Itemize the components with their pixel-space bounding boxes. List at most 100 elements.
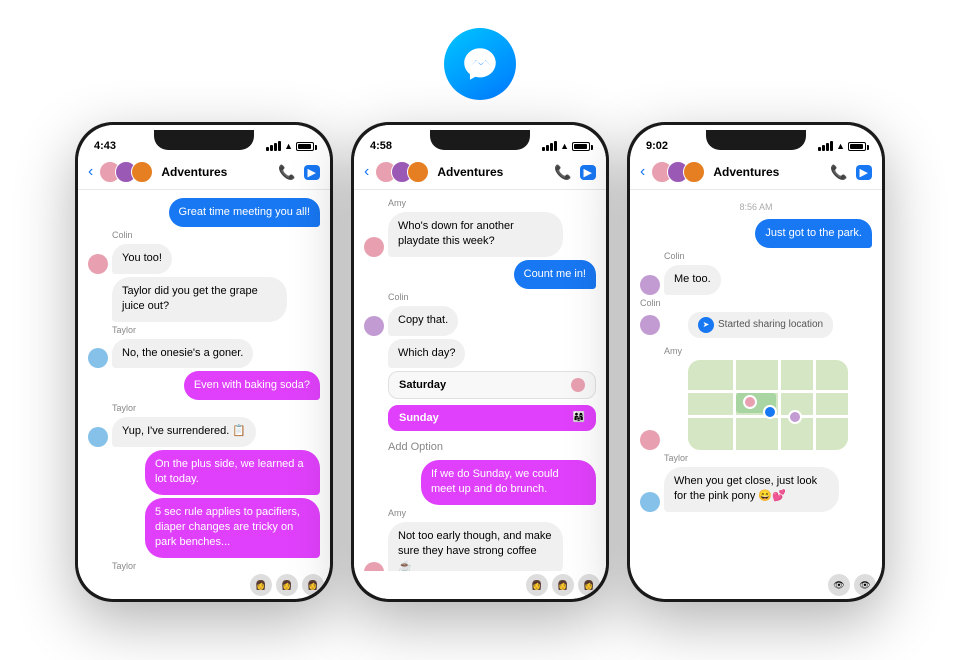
- poll-sunday-voters: 👨‍👩‍👧: [573, 412, 585, 423]
- avatar-msg-3b: [640, 275, 660, 295]
- signal-2: [542, 141, 557, 151]
- chat-area-1: Great time meeting you all! Colin You to…: [78, 190, 330, 571]
- avatar-msg-3d: [640, 430, 660, 450]
- nav-actions-2: 📞 ▶: [554, 164, 596, 181]
- map-grid: [688, 360, 848, 450]
- phone-icon-2[interactable]: 📞: [554, 164, 571, 181]
- bubble-1f: Yup, I've surrendered. 📋: [112, 417, 256, 446]
- msg-sent-1e: Even with baking soda?: [88, 371, 320, 400]
- poll-option-sunday[interactable]: Sunday 👨‍👩‍👧: [388, 405, 596, 431]
- msg-recv-2f: Not too early though, and make sure they…: [364, 522, 596, 571]
- map-card-3d: [688, 360, 848, 450]
- msg-recv-2d: Which day?: [364, 339, 596, 368]
- bubble-1e: Even with baking soda?: [184, 371, 320, 400]
- chat-title-3: Adventures: [713, 165, 824, 179]
- sender-label-2a: Amy: [388, 198, 596, 208]
- poll-option-saturday[interactable]: Saturday: [388, 371, 596, 399]
- reaction-2c: 👩: [578, 574, 600, 596]
- reaction-2b: 👩: [552, 574, 574, 596]
- poll-sunday-label: Sunday: [399, 412, 439, 424]
- wifi-1: ▲: [284, 141, 293, 151]
- bubble-1c: Taylor did you get the grape juice out?: [112, 277, 287, 322]
- bubble-3b: Me too.: [664, 265, 721, 294]
- battery-1: [296, 142, 314, 151]
- back-button-2[interactable]: ‹: [364, 163, 369, 181]
- chat-title-2: Adventures: [437, 165, 548, 179]
- bubble-3e: When you get close, just look for the pi…: [664, 467, 839, 512]
- notch-1: [154, 130, 254, 150]
- bubble-2b: Count me in!: [514, 260, 596, 289]
- map-pin-user2: [788, 410, 802, 424]
- avatar-msg-1b: [88, 254, 108, 274]
- poll-saturday-voters: [571, 378, 585, 392]
- phone-2: 4:58 ▲ ‹ Adventures: [351, 122, 609, 602]
- voter-1: [571, 378, 585, 392]
- avatar-msg-1f: [88, 427, 108, 447]
- time-3: 9:02: [646, 140, 668, 152]
- msg-recv-2a: Who's down for another playdate this wee…: [364, 212, 596, 257]
- reaction-3a: 👁: [828, 574, 850, 596]
- map-road-v3: [813, 360, 816, 450]
- nav-actions-1: 📞 ▶: [278, 164, 320, 181]
- add-option-button[interactable]: Add Option: [388, 437, 596, 457]
- msg-sent-3a: Just got to the park.: [640, 219, 872, 248]
- time-1: 4:43: [94, 140, 116, 152]
- avatar-msg-2c: [364, 316, 384, 336]
- video-icon-2[interactable]: ▶: [580, 165, 596, 180]
- sender-label-2f: Amy: [388, 508, 596, 518]
- status-icons-2: ▲: [542, 141, 590, 151]
- bubble-2a: Who's down for another playdate this wee…: [388, 212, 563, 257]
- location-row-3c: ➤ Started sharing location: [640, 312, 872, 338]
- sender-label-3d: Amy: [664, 346, 872, 356]
- phone-3: 9:02 ▲ ‹ Adventures: [627, 122, 885, 602]
- battery-3: [848, 142, 866, 151]
- sender-label-3c: Colin: [640, 298, 872, 308]
- wifi-2: ▲: [560, 141, 569, 151]
- avatar-msg-2a: [364, 237, 384, 257]
- sender-label-3e: Taylor: [664, 453, 872, 463]
- messenger-logo: [444, 28, 516, 100]
- chat-area-3: 8:56 AM Just got to the park. Colin Me t…: [630, 190, 882, 571]
- phone-inner-1: 4:43 ▲ ‹ Adven: [78, 125, 330, 599]
- nav-bar-1: ‹ Adventures 📞 ▶: [78, 157, 330, 190]
- signal-1: [266, 141, 281, 151]
- bubble-2e: If we do Sunday, we could meet up and do…: [421, 460, 596, 505]
- avatar-msg-3e: [640, 492, 660, 512]
- nav-actions-3: 📞 ▶: [830, 164, 872, 181]
- msg-recv-3b: Me too.: [640, 265, 872, 294]
- avatar-msg-3c: [640, 315, 660, 335]
- battery-2: [572, 142, 590, 151]
- msg-recv-1f: Yup, I've surrendered. 📋: [88, 417, 320, 446]
- poll-saturday-label: Saturday: [399, 379, 446, 391]
- sender-label-1b: Colin: [112, 230, 320, 240]
- msg-sent-1h: 5 sec rule applies to pacifiers, diaper …: [88, 498, 320, 558]
- map-row-3d: [640, 360, 872, 450]
- phone-icon-3[interactable]: 📞: [830, 164, 847, 181]
- msg-sent-2e: If we do Sunday, we could meet up and do…: [364, 460, 596, 505]
- reaction-3b: 👁: [854, 574, 876, 596]
- bubble-2c: Copy that.: [388, 306, 458, 335]
- msg-recv-2c: Copy that.: [364, 306, 596, 335]
- status-icons-1: ▲: [266, 141, 314, 151]
- avatar-msg-1d: [88, 348, 108, 368]
- reaction-1b: 👩: [276, 574, 298, 596]
- sender-label-3b: Colin: [664, 251, 872, 261]
- msg-recv-1b: You too!: [88, 244, 320, 273]
- status-icons-3: ▲: [818, 141, 866, 151]
- chat-reactions-1: 👩 👩 👩: [78, 571, 330, 599]
- video-icon-1[interactable]: ▶: [304, 165, 320, 180]
- video-icon-3[interactable]: ▶: [856, 165, 872, 180]
- back-button-1[interactable]: ‹: [88, 163, 93, 181]
- wifi-3: ▲: [836, 141, 845, 151]
- back-button-3[interactable]: ‹: [640, 163, 645, 181]
- msg-sent-1: Great time meeting you all!: [88, 198, 320, 227]
- sender-label-1d: Taylor: [112, 325, 320, 335]
- logo-section: [444, 0, 516, 122]
- reaction-1a: 👩: [250, 574, 272, 596]
- phone-icon-1[interactable]: 📞: [278, 164, 295, 181]
- bubble-3a: Just got to the park.: [755, 219, 872, 248]
- sender-label-1f: Taylor: [112, 403, 320, 413]
- msg-sent-1g: On the plus side, we learned a lot today…: [88, 450, 320, 495]
- phone-inner-2: 4:58 ▲ ‹ Adventures: [354, 125, 606, 599]
- avatar-1c: [131, 161, 153, 183]
